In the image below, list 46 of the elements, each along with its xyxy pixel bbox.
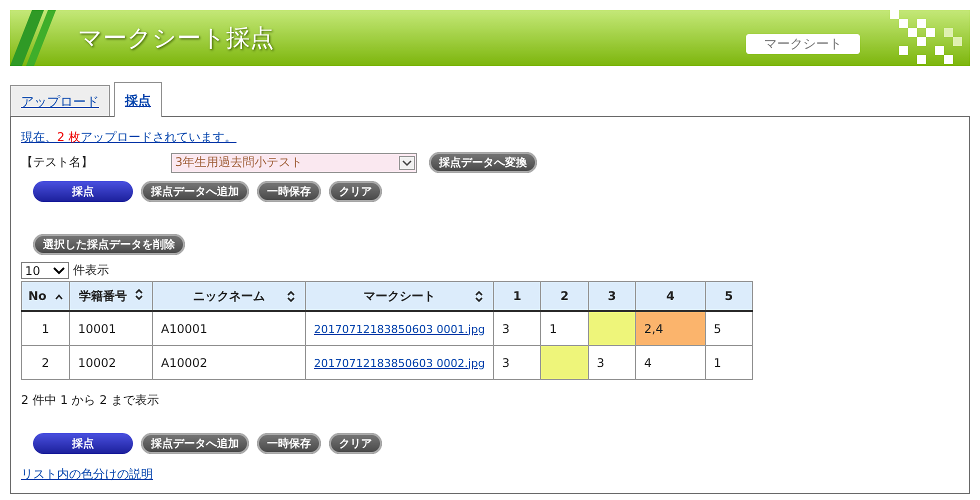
column-header[interactable]: 1	[493, 282, 541, 311]
table-cell: A10001	[152, 311, 306, 346]
action-button[interactable]: クリア	[329, 181, 382, 202]
column-header[interactable]: 学籍番号	[70, 282, 152, 311]
table-cell: 2	[22, 346, 70, 380]
action-button[interactable]: 採点データへ追加	[141, 181, 249, 202]
answer-cell: 3	[493, 311, 541, 346]
table-cell: 10001	[70, 311, 152, 346]
answer-cell: 2,4	[636, 311, 706, 346]
column-header[interactable]: ニックネーム	[152, 282, 306, 311]
action-button[interactable]: 採点	[33, 433, 133, 454]
page-title: マークシート採点	[78, 23, 275, 54]
column-header[interactable]: 3	[588, 282, 636, 311]
test-select[interactable]: 3年生用過去問小テスト	[171, 152, 417, 172]
action-button[interactable]: 一時保存	[257, 181, 321, 202]
action-button[interactable]: 採点	[33, 181, 133, 202]
result-summary: 2 件中 1 から 2 まで表示	[21, 392, 160, 409]
column-header[interactable]: マークシート	[306, 282, 494, 311]
column-header[interactable]: 4	[636, 282, 706, 311]
tab[interactable]: 採点	[114, 82, 162, 117]
column-header[interactable]: No	[22, 282, 70, 311]
delete-button[interactable]: 選択した採点データを削除	[33, 234, 185, 255]
file-link[interactable]: 20170712183850603 0001.jpg	[314, 322, 485, 336]
test-name-label: 【テスト名】	[21, 154, 94, 171]
file-link[interactable]: 20170712183850603 0002.jpg	[314, 356, 485, 370]
action-button[interactable]: クリア	[329, 433, 382, 454]
dropdown-icon	[399, 156, 415, 170]
legend-link[interactable]: リスト内の色分けの説明	[21, 466, 153, 483]
column-header[interactable]: 5	[705, 282, 752, 311]
page-size-label: 件表示	[73, 262, 109, 279]
page-size-select[interactable]: 10	[21, 262, 69, 279]
action-button[interactable]: 採点データへ追加	[141, 433, 249, 454]
action-button[interactable]: 一時保存	[257, 433, 321, 454]
answer-cell: 3	[588, 346, 636, 380]
table-cell: 1	[22, 311, 70, 346]
answer-cell: 1	[705, 346, 752, 380]
answer-cell: 5	[705, 311, 752, 346]
convert-button[interactable]: 採点データへ変換	[429, 152, 537, 173]
header-badge: マークシート	[746, 34, 860, 54]
upload-status-link[interactable]: 現在、2 枚アップロードされています。	[21, 129, 236, 146]
table-cell: A10002	[152, 346, 306, 380]
tab[interactable]: アップロード	[10, 85, 110, 116]
column-header[interactable]: 2	[540, 282, 588, 311]
chevron-icon	[53, 266, 65, 274]
answer-cell: 4	[636, 346, 706, 380]
table-cell: 10002	[70, 346, 152, 380]
